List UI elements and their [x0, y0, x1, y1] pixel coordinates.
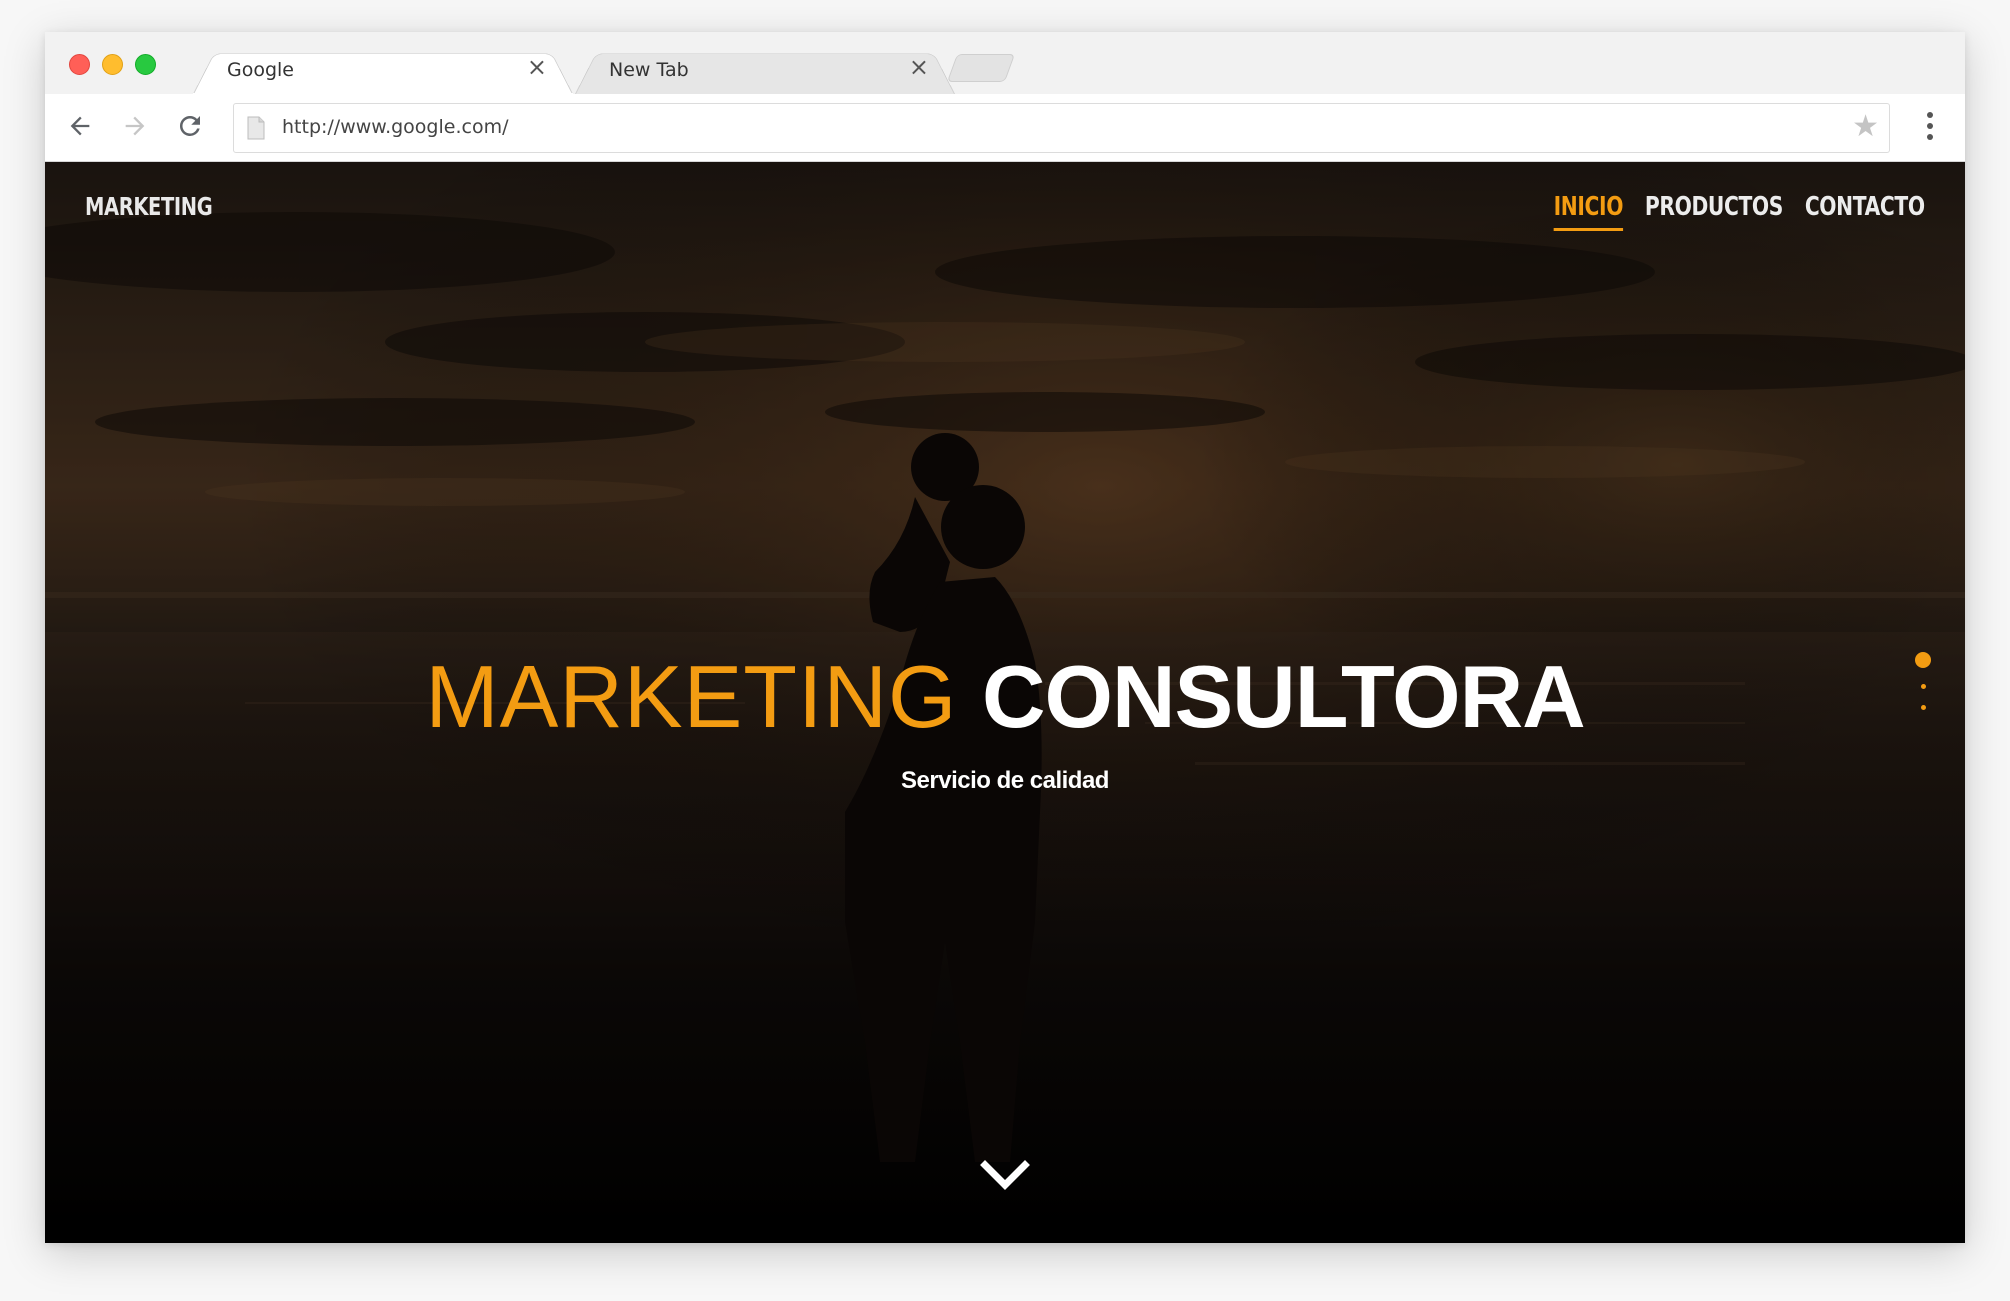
headline-light: MARKETING — [425, 647, 958, 746]
browser-toolbar: http://www.google.com/ ★ — [45, 94, 1965, 162]
tab-google[interactable]: Google × — [193, 46, 573, 94]
arrow-right-icon — [125, 116, 145, 136]
page-icon — [247, 116, 265, 140]
address-bar[interactable]: http://www.google.com/ ★ — [233, 103, 1890, 153]
tab-strip: Google × New Tab × — [45, 32, 1965, 95]
site-navigation: INICIO PRODUCTOS CONTACTO — [1449, 192, 1925, 231]
maximize-window-button[interactable] — [135, 54, 156, 75]
arrow-left-icon — [70, 116, 90, 136]
url-text: http://www.google.com/ — [282, 116, 509, 138]
hero-subheadline: Servicio de calidad — [901, 767, 1109, 794]
tab-close-icon[interactable]: × — [909, 55, 929, 79]
hero-headline: MARKETING CONSULTORA — [45, 647, 1965, 747]
slide-dot-1[interactable] — [1915, 652, 1931, 668]
nav-productos[interactable]: PRODUCTOS — [1645, 192, 1783, 231]
forward-button[interactable] — [115, 106, 155, 146]
close-window-button[interactable] — [69, 54, 90, 75]
site-brand[interactable]: MARKETING — [85, 192, 213, 221]
reload-icon — [179, 115, 200, 136]
slide-dot-2[interactable] — [1920, 684, 1926, 689]
page-content: MARKETING INICIO PRODUCTOS CONTACTO MARK… — [45, 162, 1965, 1243]
more-vertical-icon[interactable] — [1915, 106, 1945, 146]
browser-window: Google × New Tab × http://www.google.com… — [45, 32, 1965, 1243]
headline-bold: CONSULTORA — [981, 647, 1586, 746]
slide-dot-3[interactable] — [1920, 705, 1926, 710]
tab-close-icon[interactable]: × — [527, 55, 547, 79]
star-icon[interactable]: ★ — [1852, 112, 1879, 142]
new-tab-button[interactable] — [946, 54, 1016, 82]
tab-title: New Tab — [609, 59, 689, 81]
minimize-window-button[interactable] — [102, 54, 123, 75]
nav-inicio[interactable]: INICIO — [1553, 192, 1624, 231]
chevron-down-icon[interactable] — [980, 1157, 1030, 1197]
tab-title: Google — [227, 59, 295, 81]
slide-dots — [1915, 652, 1931, 710]
reload-button[interactable] — [170, 106, 210, 146]
back-button[interactable] — [60, 106, 100, 146]
tab-new-tab[interactable]: New Tab × — [575, 46, 955, 94]
nav-contacto[interactable]: CONTACTO — [1805, 192, 1925, 231]
